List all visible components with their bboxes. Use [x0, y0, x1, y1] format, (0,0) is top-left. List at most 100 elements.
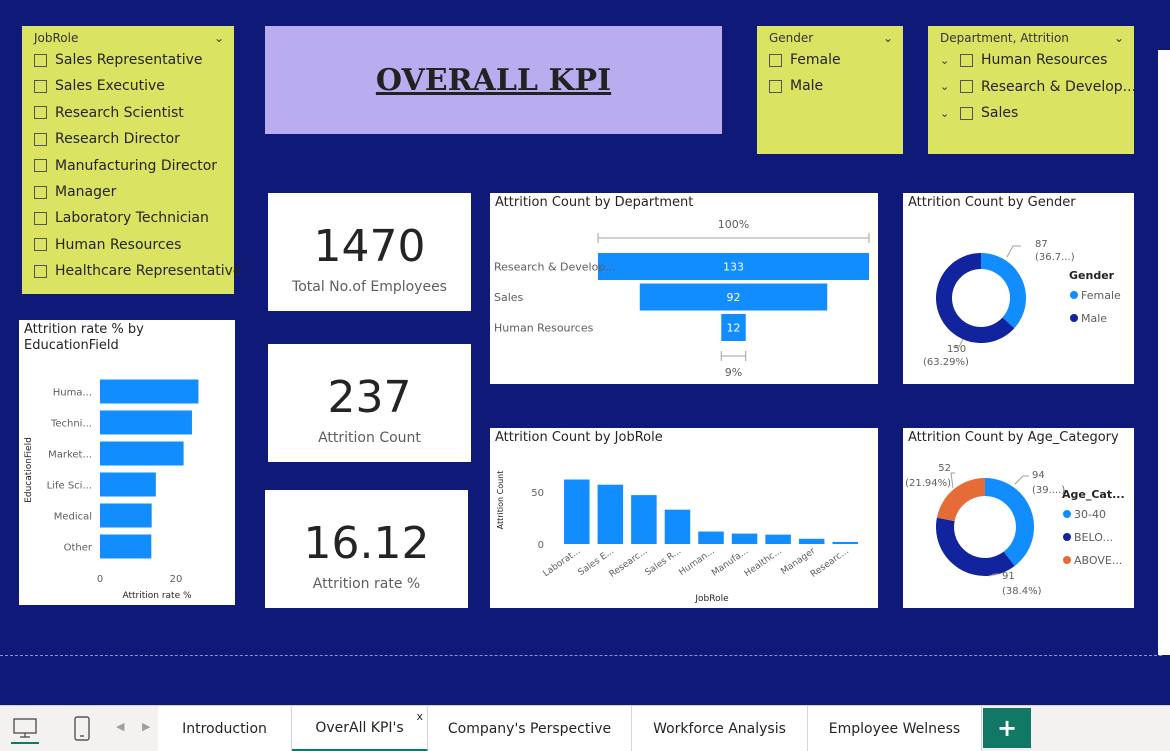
checkbox[interactable] [769, 79, 782, 93]
kpi-value: 1470 [313, 221, 426, 272]
x-axis-label: Attrition rate % [122, 591, 191, 601]
donut-slice [936, 517, 1015, 576]
checkbox[interactable] [960, 80, 973, 93]
slicer-option[interactable]: Human Resources [34, 235, 181, 255]
bar [698, 531, 724, 544]
checkbox[interactable] [769, 53, 782, 67]
slicer-option[interactable]: Manager [34, 182, 116, 202]
education-field-chart[interactable]: Attrition rate % by EducationField Huma.… [19, 320, 235, 605]
bar [664, 509, 691, 544]
bar [100, 410, 192, 435]
data-label: 92 [727, 291, 741, 304]
checkbox[interactable] [960, 106, 973, 120]
slicer-option[interactable]: Research Scientist [34, 103, 184, 123]
legend-label: BELO... [1074, 531, 1113, 544]
department-funnel-chart[interactable]: Attrition Count by Department 100% 133 Res… [490, 193, 878, 384]
slicer-option-label: Human Resources [55, 236, 182, 253]
funnel-top-label: 100% [718, 218, 749, 231]
bar [100, 503, 152, 528]
jobrole-slicer[interactable]: JobRole ⌄ Sales Representative Sales Exec… [22, 26, 242, 294]
category-label: Market... [48, 450, 92, 461]
age-donut-chart[interactable]: Attrition Count by Age_Category Age_Cat.… [903, 428, 1134, 608]
legend-marker [1063, 510, 1071, 518]
slicer-option[interactable]: Research Director [34, 129, 180, 149]
kpi-card-attrition-count: 237 Attrition Count [268, 344, 471, 462]
tab-label: Introduction [182, 721, 267, 737]
category-label: Techni... [50, 419, 92, 430]
expand-chevron-icon[interactable]: ⌄ [940, 107, 954, 120]
checkbox[interactable] [34, 185, 47, 199]
data-label: 133 [723, 261, 744, 274]
checkbox[interactable] [34, 79, 47, 93]
scroll-gutter [1158, 50, 1170, 655]
gender-slicer[interactable]: Gender ⌄ Female Male [757, 26, 903, 154]
desktop-view-icon[interactable] [10, 712, 40, 746]
checkbox[interactable] [34, 264, 47, 278]
tab-3[interactable]: Company's Perspective [428, 706, 632, 751]
slicer-option[interactable]: Sales Representative [34, 50, 203, 70]
expand-chevron-icon[interactable]: ⌄ [940, 54, 954, 67]
data-label: (63.29%) [923, 357, 969, 368]
bar [100, 441, 184, 466]
page-boundary-line [0, 655, 1162, 656]
data-label: (38.4%) [1002, 586, 1042, 597]
legend-marker [1070, 314, 1078, 322]
department-attrition-slicer[interactable]: Department, Attrition ⌄ ⌄ Human Resources… [928, 26, 1136, 154]
scroll-right-icon[interactable]: ▶ [142, 720, 150, 733]
slicer-option-label: Laboratory Technician [55, 210, 209, 227]
data-label: 91 [1002, 571, 1015, 582]
funnel-bottom-label: 9% [725, 366, 742, 379]
slicer-option[interactable]: Sales Executive [34, 76, 165, 96]
checkbox[interactable] [34, 238, 47, 252]
chevron-down-icon[interactable]: ⌄ [883, 31, 893, 45]
x-axis-label: JobRole [694, 594, 729, 604]
close-icon[interactable]: x [416, 710, 423, 723]
expand-chevron-icon[interactable]: ⌄ [940, 80, 954, 93]
gender-donut-chart[interactable]: Attrition Count by Gender Gender Female Ma… [903, 193, 1134, 384]
slicer-option[interactable]: Laboratory Technician [34, 208, 209, 228]
checkbox[interactable] [34, 106, 47, 120]
tab-4[interactable]: Workforce Analysis [632, 706, 808, 751]
slicer-option-label: Healthcare Representative [55, 263, 242, 280]
slicer-option-label: Female [790, 52, 841, 68]
checkbox[interactable] [34, 132, 47, 146]
bar [731, 533, 758, 544]
tab-2[interactable]: OverAll KPI's x [292, 706, 428, 751]
category-label: Sales [494, 291, 524, 304]
category-label: Sales R... [644, 546, 684, 578]
slicer-option[interactable]: Female [769, 50, 841, 70]
tab-1[interactable]: Introduction [158, 706, 292, 751]
slicer-option[interactable]: ⌄ Research & Develop... [940, 77, 1136, 97]
slicer-option-label: Sales Representative [55, 52, 203, 68]
mobile-view-icon[interactable] [67, 712, 97, 746]
slicer-option[interactable]: Healthcare Representative [34, 261, 242, 281]
age-chart-svg: Age_Cat... 30-40 BELO... ABOVE... 94 (39....)… [905, 463, 1125, 597]
slicer-option[interactable]: Male [769, 76, 823, 96]
bar [100, 379, 199, 404]
leader-line [1014, 475, 1029, 485]
checkbox[interactable] [34, 211, 47, 225]
scroll-left-icon[interactable]: ◀ [116, 720, 124, 733]
checkbox[interactable] [960, 53, 973, 67]
tab-5[interactable]: Employee Welness [808, 706, 982, 751]
add-page-button[interactable]: + [983, 708, 1031, 748]
bar [765, 534, 791, 544]
checkbox[interactable] [34, 53, 47, 67]
department-chart-svg: 100% 133 Research & Develop... 92 Sales 12 Hum… [494, 218, 870, 379]
chevron-down-icon[interactable]: ⌄ [1114, 31, 1124, 45]
chevron-down-icon[interactable]: ⌄ [214, 31, 224, 45]
slicer-option-label: Research Director [55, 131, 180, 148]
jobrole-column-chart[interactable]: Attrition Count by JobRole Laborat... Sal… [490, 428, 878, 608]
category-label: Laborat... [541, 546, 582, 579]
y-axis-label: EducationField [24, 437, 34, 503]
bar [564, 479, 590, 544]
tab-label: OverAll KPI's [315, 719, 404, 736]
slicer-option[interactable]: Manufacturing Director [34, 156, 217, 176]
slicer-option[interactable]: ⌄ Human Resources [940, 50, 1107, 70]
education-chart-svg: Huma... Techni... Market... Life Sci... Medi… [24, 379, 199, 601]
data-label: (21.94%) [905, 478, 951, 489]
slicer-option[interactable]: ⌄ Sales [940, 103, 1018, 123]
slicer-option-label: Research & Develop... [981, 78, 1137, 95]
tick-label: 50 [531, 488, 544, 499]
checkbox[interactable] [34, 159, 47, 173]
